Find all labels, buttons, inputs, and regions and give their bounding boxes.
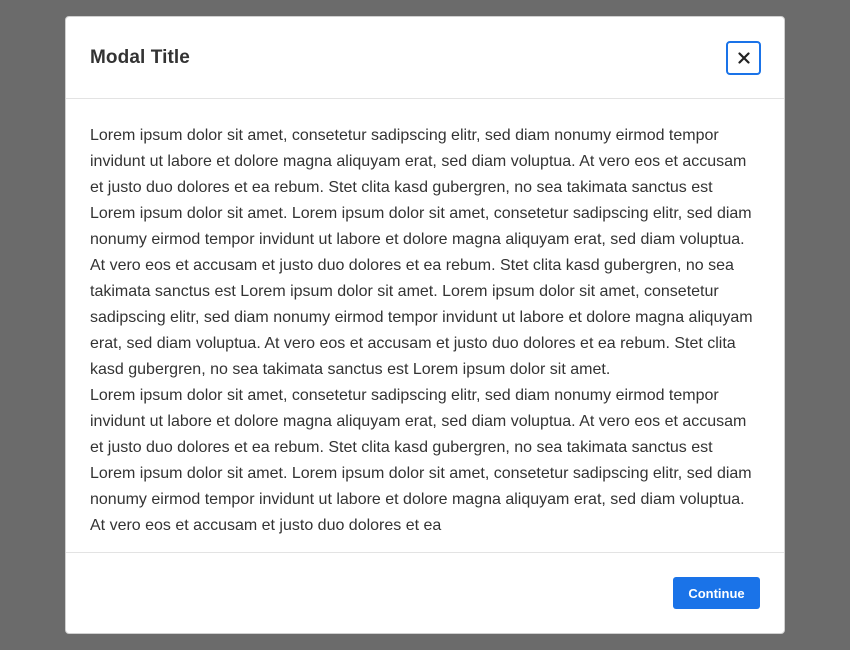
continue-button[interactable]: Continue bbox=[673, 577, 760, 609]
modal-body[interactable]: Lorem ipsum dolor sit amet, consetetur s… bbox=[66, 99, 784, 552]
body-paragraph: Lorem ipsum dolor sit amet, consetetur s… bbox=[90, 127, 753, 378]
close-icon bbox=[737, 51, 750, 64]
body-paragraph: Lorem ipsum dolor sit amet, consetetur s… bbox=[90, 387, 752, 534]
close-button[interactable] bbox=[726, 40, 761, 75]
modal-header: Modal Title bbox=[66, 17, 784, 99]
modal-title: Modal Title bbox=[90, 46, 190, 68]
modal-dialog: Modal Title Lorem ipsum dolor sit amet, … bbox=[65, 16, 785, 634]
modal-footer: Continue bbox=[66, 552, 784, 633]
